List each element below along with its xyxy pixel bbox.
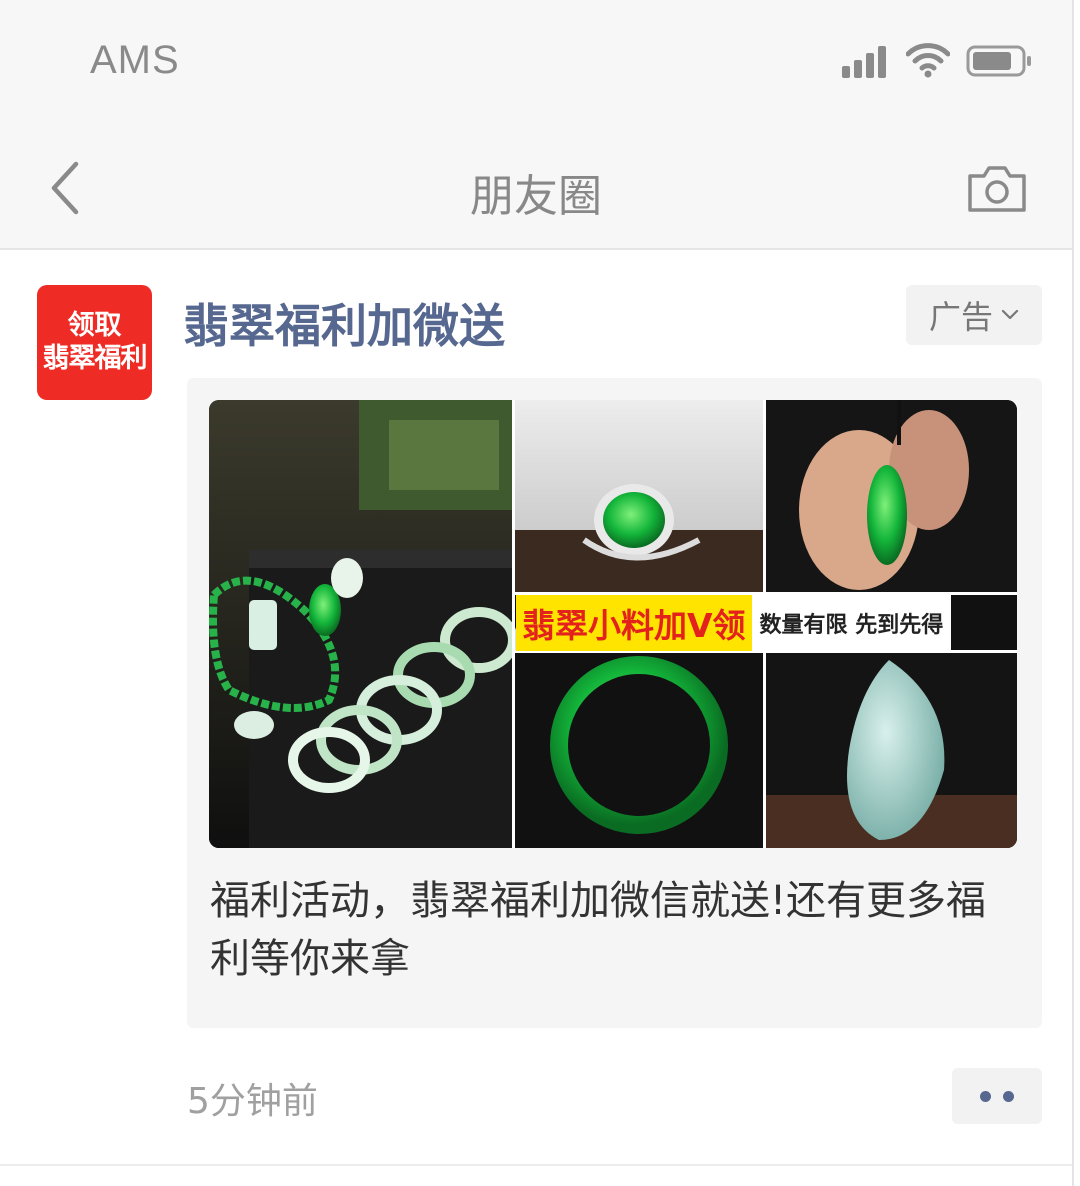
more-dot-icon [980,1090,991,1102]
wifi-icon [906,43,950,78]
battery-icon [966,45,1031,77]
signal-icon [842,46,886,78]
avatar-text-line1: 领取 [67,310,122,342]
ad-tag-button[interactable]: 广告 [906,285,1042,345]
more-actions-button[interactable] [952,1068,1042,1124]
post-timestamp: 5分钟前 [187,1081,318,1122]
carrier-name: AMS [90,38,180,82]
avatar[interactable]: 领取 翡翠福利 [37,285,152,400]
camera-icon[interactable] [966,162,1028,214]
ad-image-side-text: 数量有限 先到先得 [751,595,952,651]
page-title: 朋友圈 [470,171,602,222]
ad-tag-label: 广告 [928,298,993,336]
nav-bar: 朋友圈 [0,130,1072,250]
poster-name[interactable]: 翡翠福利加微送 [183,290,505,356]
avatar-text-line2: 翡翠福利 [42,342,148,374]
status-icons [842,42,1032,78]
divider [0,1164,1072,1166]
ad-card[interactable]: 翡翠小料加V领 数量有限 先到先得 福利活动，翡翠福利加微信就送!还有更多福利等… [187,378,1042,1028]
more-dot-icon [1003,1090,1014,1102]
chevron-down-icon [1001,309,1019,320]
ad-image-highlight-text: 翡翠小料加V领 [516,595,752,651]
ad-caption: 福利活动，翡翠福利加微信就送!还有更多福利等你来拿 [210,878,987,982]
ad-image-banner: 翡翠小料加V领 数量有限 先到先得 [516,595,1016,651]
status-bar: AMS [0,0,1072,130]
ad-image[interactable]: 翡翠小料加V领 数量有限 先到先得 [209,400,1017,848]
phone-screen: AMS 朋友圈 领取 翡翠福利 翡翠福利加微送 广告 翡翠小料加V领 数量有限 … [0,0,1074,1186]
